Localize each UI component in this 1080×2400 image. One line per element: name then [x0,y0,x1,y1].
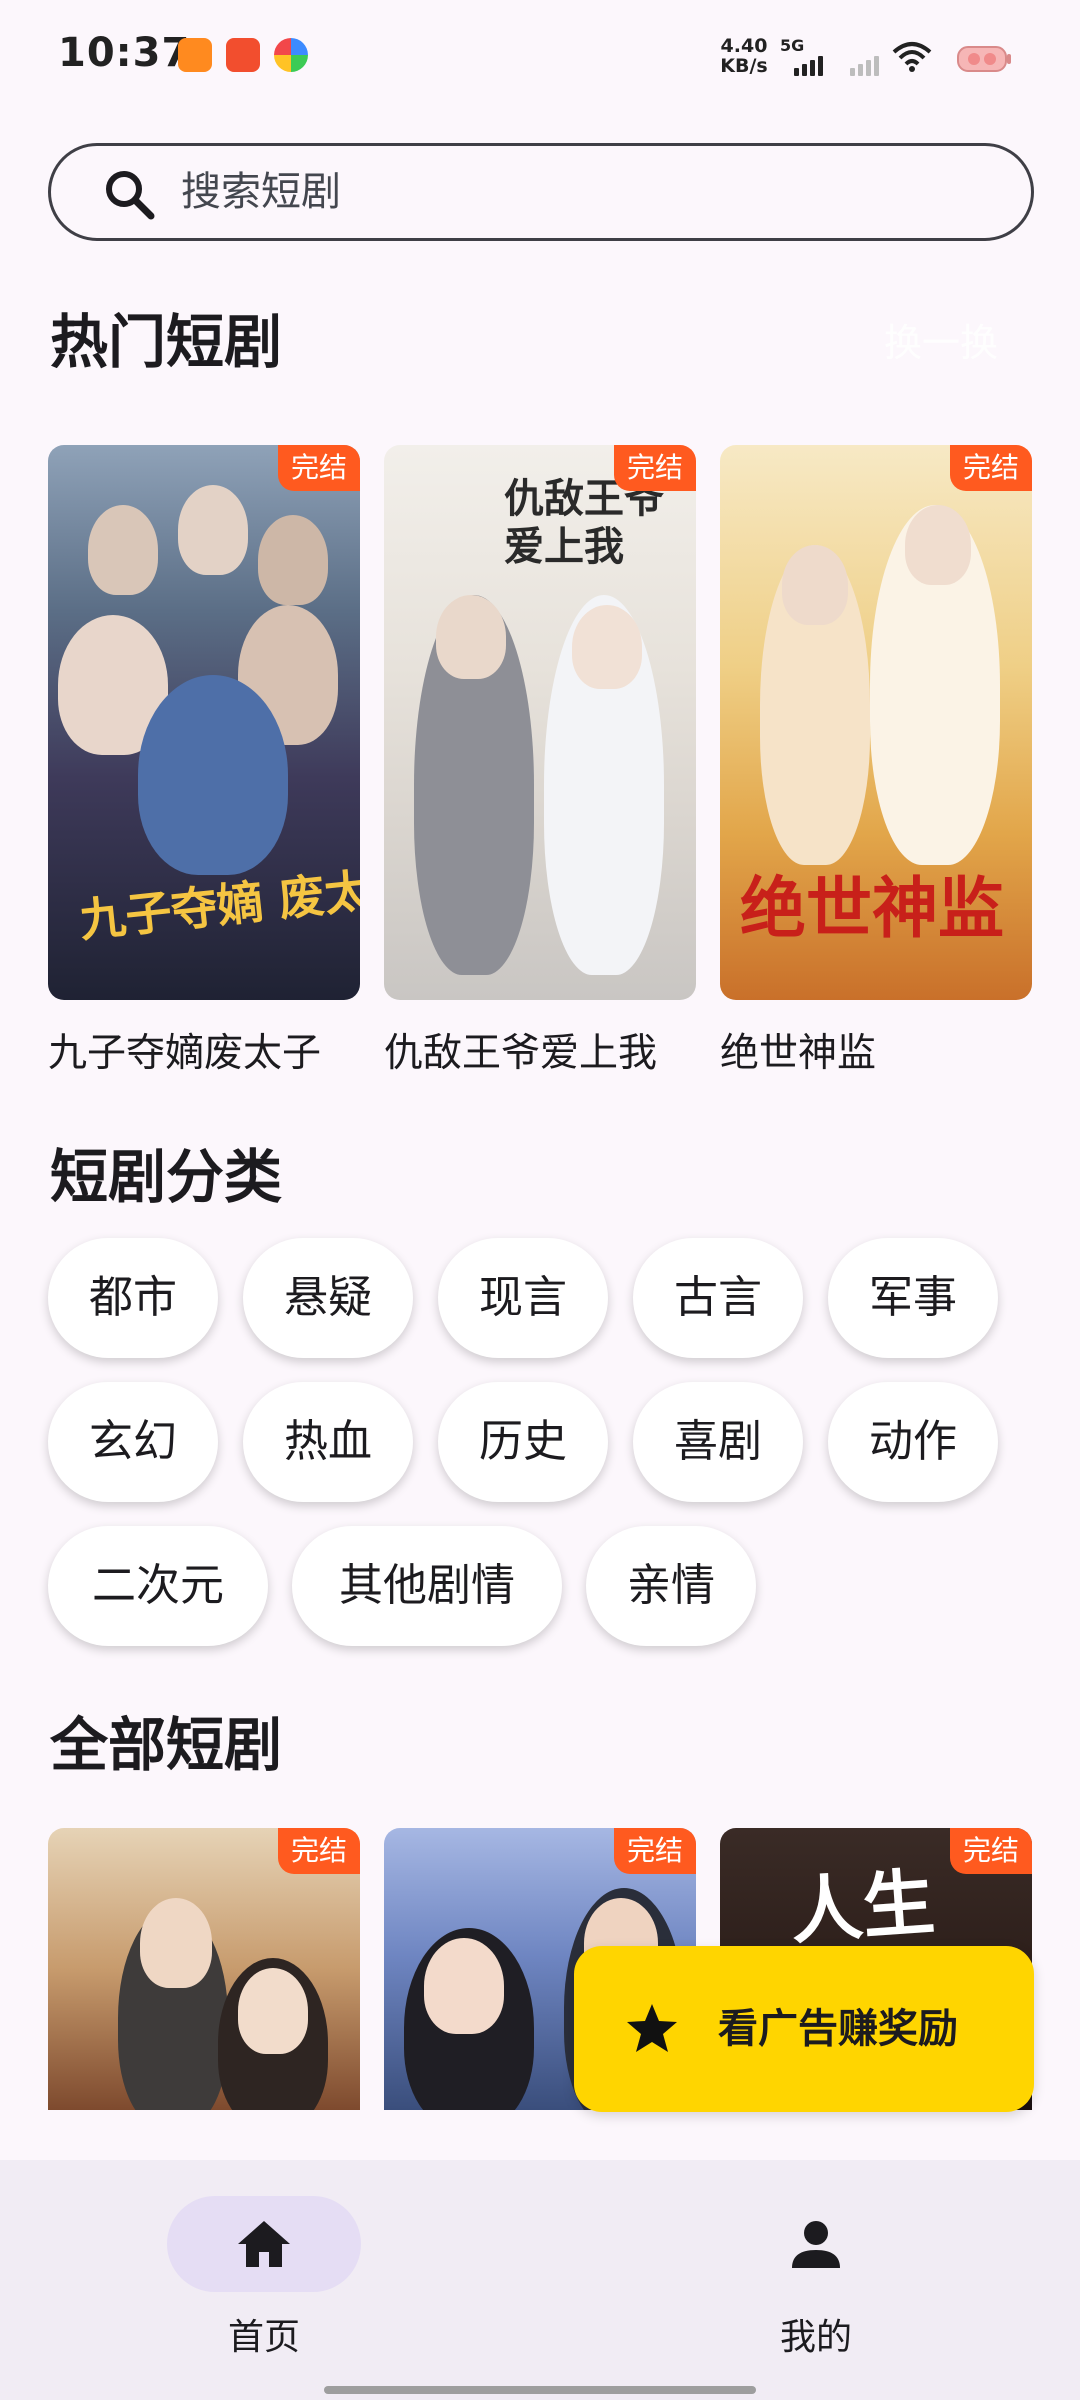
status-badge: 完结 [613,1828,696,1874]
poster-image: 绝世神监 [720,445,1032,1000]
category-chip[interactable]: 其他剧情 [292,1526,562,1646]
app-notification-icon [178,38,212,72]
drama-title: 绝世神监 [720,1031,877,1076]
nav-indicator [719,2196,913,2292]
wifi-icon [892,42,932,72]
person-icon [792,2221,840,2268]
drama-poster[interactable]: 九子夺嫡 废太子竟是修仙者 完结 [48,445,360,1000]
category-chip[interactable]: 热血 [243,1382,413,1502]
poster-image: 九子夺嫡 废太子竟是修仙者 [48,445,360,1000]
status-time: 10:37 [58,30,191,76]
nav-label: 首页 [227,2317,300,2358]
drama-poster[interactable]: 仇敌王爷爱上我 完结 [384,445,696,1000]
category-chip[interactable]: 都市 [48,1238,218,1358]
network-type: 5G [780,36,805,55]
status-badge: 完结 [949,445,1032,491]
category-chip[interactable]: 亲情 [586,1526,756,1646]
star-icon [627,2004,677,2052]
category-chip[interactable]: 现言 [438,1238,608,1358]
signal-icon [850,54,879,76]
category-chip[interactable]: 悬疑 [243,1238,413,1358]
battery-icon [957,46,1011,72]
status-badge: 完结 [277,445,360,491]
status-badge: 完结 [277,1828,360,1874]
poster-image: 仇敌王爷爱上我 [384,445,696,1000]
drama-card[interactable]: 九子夺嫡 废太子竟是修仙者 完结 九子夺嫡废太子 [48,445,360,1078]
hot-section-title: 热门短剧 [50,308,283,376]
category-section-title: 短剧分类 [50,1143,283,1211]
category-chip[interactable]: 二次元 [48,1526,268,1646]
watch-ad-reward-button[interactable]: 看广告赚奖励 [574,1946,1034,2112]
app-notification-icon [274,38,308,72]
nav-item-profile[interactable]: 我的 [716,2196,916,2360]
net-speed: 4.40 KB/s [714,36,774,76]
status-badge: 完结 [613,445,696,491]
drama-poster[interactable]: 绝世神监 完结 [720,445,1032,1000]
nav-indicator [167,2196,361,2292]
reward-label: 看广告赚奖励 [718,2006,958,2052]
signal-icon [794,54,823,76]
drama-card[interactable]: 完结 [48,1828,360,2110]
net-speed-unit: KB/s [720,55,768,77]
net-speed-value: 4.40 [720,35,768,57]
category-chip[interactable]: 古言 [633,1238,803,1358]
search-icon [106,171,155,220]
category-chip[interactable]: 历史 [438,1382,608,1502]
home-icon [238,2221,290,2267]
drama-card[interactable]: 绝世神监 完结 绝世神监 [720,445,1032,1078]
refresh-button[interactable]: 换一换 [884,312,998,367]
nav-item-home[interactable]: 首页 [164,2196,364,2360]
bottom-navigation: 首页 我的 [0,2160,1080,2400]
nav-label: 我的 [779,2317,852,2358]
poster-title-art: 人生 [787,1859,938,1954]
search-input[interactable] [179,146,979,238]
drama-title: 九子夺嫡废太子 [48,1031,322,1076]
all-section-title: 全部短剧 [50,1711,283,1779]
app-notification-icon [226,38,260,72]
drama-poster[interactable]: 完结 [48,1828,360,2110]
status-bar: 10:37 4.40 KB/s 5G [0,0,1080,110]
category-chip[interactable]: 动作 [828,1382,998,1502]
drama-card[interactable]: 仇敌王爷爱上我 完结 仇敌王爷爱上我 [384,445,696,1078]
drama-title: 仇敌王爷爱上我 [384,1031,658,1076]
category-chip[interactable]: 军事 [828,1238,998,1358]
search-bar[interactable] [48,143,1034,241]
status-badge: 完结 [949,1828,1032,1874]
poster-title-art: 绝世神监 [740,869,1004,947]
category-chip[interactable]: 喜剧 [633,1382,803,1502]
category-chip[interactable]: 玄幻 [48,1382,218,1502]
gesture-handle[interactable] [324,2386,756,2394]
